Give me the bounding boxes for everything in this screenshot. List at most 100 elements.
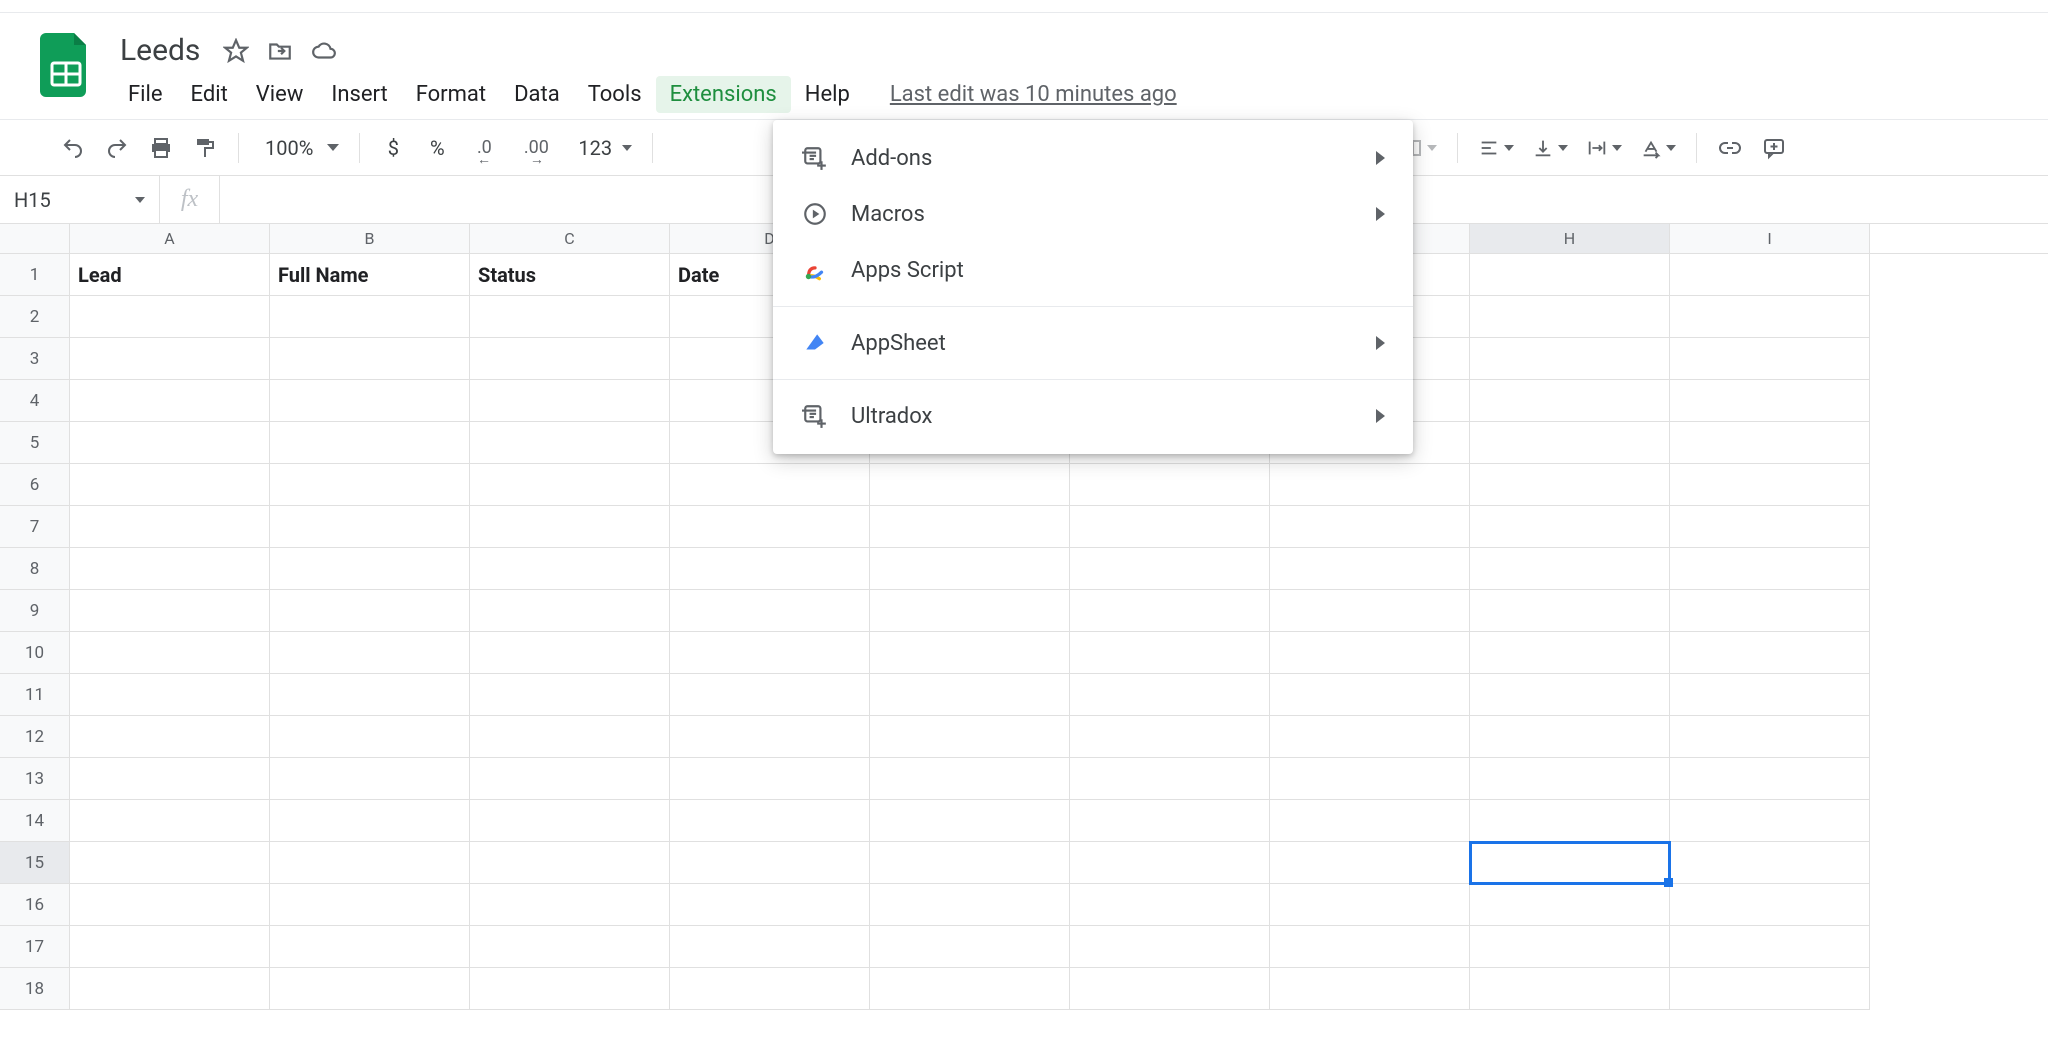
cell[interactable] [270,338,470,380]
cell[interactable] [1670,338,1870,380]
cell[interactable] [70,422,270,464]
cell[interactable] [1670,590,1870,632]
cell[interactable] [870,884,1070,926]
cell[interactable] [670,800,870,842]
cell[interactable] [1270,842,1470,884]
menu-edit[interactable]: Edit [177,76,242,113]
column-header[interactable]: B [270,224,470,253]
cell[interactable] [1670,758,1870,800]
cell[interactable] [470,716,670,758]
cell[interactable] [470,590,670,632]
cell[interactable] [1070,800,1270,842]
cell[interactable] [1470,422,1670,464]
last-edit-link[interactable]: Last edit was 10 minutes ago [890,82,1177,107]
row-header[interactable]: 18 [0,968,70,1010]
cell[interactable] [670,548,870,590]
column-header[interactable]: C [470,224,670,253]
cell[interactable] [1470,758,1670,800]
cell[interactable] [870,758,1070,800]
cell[interactable] [270,674,470,716]
undo-icon[interactable] [54,129,92,167]
cell[interactable] [470,422,670,464]
cell[interactable] [1270,968,1470,1010]
cell[interactable] [270,884,470,926]
cell[interactable] [1670,506,1870,548]
cell[interactable] [1470,338,1670,380]
name-box[interactable]: H15 [0,176,160,223]
cell[interactable] [470,800,670,842]
cell[interactable] [1270,674,1470,716]
cell[interactable]: Full Name [270,254,470,296]
cell[interactable] [870,632,1070,674]
v-align-select[interactable] [1526,137,1574,159]
insert-comment-icon[interactable] [1755,129,1793,167]
cell[interactable] [670,464,870,506]
cell[interactable] [470,506,670,548]
cell[interactable] [270,716,470,758]
cell[interactable] [1470,926,1670,968]
menu-insert[interactable]: Insert [317,76,401,113]
cell[interactable] [270,758,470,800]
cell[interactable] [270,380,470,422]
row-header[interactable]: 17 [0,926,70,968]
cell[interactable] [270,926,470,968]
cell[interactable] [1670,842,1870,884]
cell[interactable] [1070,506,1270,548]
zoom-select[interactable]: 100% [253,136,345,160]
cell[interactable] [1270,800,1470,842]
decrease-decimal-button[interactable]: .0← [462,129,506,167]
row-header[interactable]: 9 [0,590,70,632]
redo-icon[interactable] [98,129,136,167]
cell[interactable] [1270,548,1470,590]
cell[interactable] [470,842,670,884]
cell[interactable] [1070,632,1270,674]
cell[interactable] [1270,506,1470,548]
cell[interactable] [1470,716,1670,758]
cell[interactable] [1070,464,1270,506]
cell[interactable] [70,842,270,884]
cell[interactable] [70,632,270,674]
cell[interactable] [70,380,270,422]
cell[interactable] [70,968,270,1010]
cell[interactable] [1470,800,1670,842]
insert-link-icon[interactable] [1711,129,1749,167]
cell[interactable] [1670,632,1870,674]
cell[interactable] [1070,548,1270,590]
cell[interactable] [70,758,270,800]
cell[interactable] [70,338,270,380]
cell[interactable] [1670,296,1870,338]
cell[interactable] [670,842,870,884]
cell[interactable] [1670,254,1870,296]
cell[interactable] [1470,632,1670,674]
extensions-menu-item[interactable]: Add-ons [773,130,1413,186]
document-title[interactable]: Leeds [114,31,206,70]
move-folder-icon[interactable] [266,37,294,65]
extensions-menu-item[interactable]: Ultradox [773,388,1413,444]
menu-help[interactable]: Help [791,76,864,113]
row-header[interactable]: 4 [0,380,70,422]
cell[interactable] [1270,590,1470,632]
cell[interactable] [270,842,470,884]
cell[interactable] [670,968,870,1010]
menu-format[interactable]: Format [402,76,500,113]
cell[interactable] [670,590,870,632]
cell[interactable] [470,464,670,506]
cell[interactable] [70,716,270,758]
paint-format-icon[interactable] [186,129,224,167]
cell[interactable] [1070,884,1270,926]
cell[interactable] [70,506,270,548]
cell[interactable] [870,926,1070,968]
cell[interactable] [470,296,670,338]
cell[interactable] [70,800,270,842]
cell[interactable] [1670,464,1870,506]
row-header[interactable]: 14 [0,800,70,842]
cell[interactable] [70,926,270,968]
cell[interactable]: Status [470,254,670,296]
cell[interactable] [470,380,670,422]
row-header[interactable]: 6 [0,464,70,506]
cell[interactable] [70,590,270,632]
cell[interactable] [670,884,870,926]
cell[interactable] [270,632,470,674]
cell[interactable] [870,464,1070,506]
format-currency-button[interactable]: $ [374,129,412,167]
